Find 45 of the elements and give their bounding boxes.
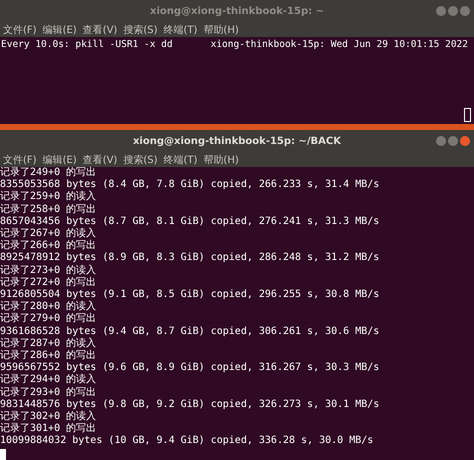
terminal-line: 记录了280+0 的读入 <box>0 301 96 312</box>
terminal-line: 8657043456 bytes (8.7 GB, 8.1 GiB) copied, 276.241 s, 31.3 MB/s <box>0 216 380 228</box>
terminal-line: 8355053568 bytes (8.4 GB, 7.8 GiB) copied, 266.233 s, 31.4 MB/s <box>0 179 380 190</box>
menu-item[interactable]: 终端(T) <box>164 152 198 166</box>
terminal-line: 记录了272+0 的写出 <box>0 276 96 289</box>
terminal-line: 8925478912 bytes (8.9 GB, 8.3 GiB) copied, 286.248 s, 31.2 MB/s <box>0 252 380 264</box>
window-title: xiong@xiong-thinkbook-15p: ~/BACK <box>132 136 342 146</box>
window-title: xiong@xiong-thinkbook-15p: ~ <box>150 6 324 16</box>
close-button[interactable] <box>460 6 470 16</box>
terminal-line: 10099884032 bytes (10 GB, 9.4 GiB) copied, 336.28 s, 30.0 MB/s <box>0 435 374 448</box>
terminal-line: 记录了287+0 的读入 <box>0 338 96 350</box>
menu-item[interactable]: 搜索(S) <box>123 152 158 166</box>
terminal-line: 9126805504 bytes (9.1 GB, 8.5 GiB) copied, 296.255 s, 30.8 MB/s <box>0 289 380 300</box>
menu-item[interactable]: 帮助(H) <box>203 152 239 166</box>
terminal-line: 9596567552 bytes (9.6 GB, 8.9 GiB) copied, 316.267 s, 30.3 MB/s <box>0 362 380 374</box>
terminal-line: 记录了301+0 的写出 <box>0 423 96 435</box>
menu-item[interactable]: 搜索(S) <box>123 22 158 36</box>
minimize-button[interactable] <box>436 6 446 16</box>
terminal-line: 记录了249+0 的写出 <box>0 167 96 179</box>
terminal-line: 9831448576 bytes (9.8 GB, 9.2 GiB) copied, 326.273 s, 30.1 MB/s <box>0 398 380 410</box>
minimize-button[interactable] <box>436 136 446 146</box>
terminal-line: 记录了273+0 的读入 <box>0 264 96 276</box>
terminal-line: 记录了293+0 的写出 <box>0 386 96 399</box>
terminal-line: 记录了259+0 的读入 <box>0 191 96 204</box>
terminal-line: 记录了294+0 的读入 <box>0 374 96 386</box>
terminal-line: Every 10.0s: pkill -USR1 -x dd <box>1 39 173 52</box>
terminal-line: xiong-thinkbook-15p: Wed Jun 29 10:01:15 2022 <box>210 39 468 52</box>
terminal-line: 9361686528 bytes (9.4 GB, 8.7 GiB) copied, 306.261 s, 30.6 MB/s <box>0 326 380 338</box>
terminal-line: 记录了266+0 的写出 <box>0 240 96 252</box>
maximize-button[interactable] <box>448 136 458 146</box>
menu-item[interactable]: 终端(T) <box>164 22 198 36</box>
menu-item[interactable]: 编辑(E) <box>42 22 77 36</box>
menu-item[interactable]: 文件(F) <box>3 152 37 166</box>
menu-item[interactable]: 查看(V) <box>82 22 118 36</box>
maximize-button[interactable] <box>448 6 458 16</box>
menu-item[interactable]: 文件(F) <box>3 22 37 36</box>
terminal-line: 记录了258+0 的写出 <box>0 204 96 216</box>
menu-item[interactable]: 查看(V) <box>82 152 118 166</box>
menu-item[interactable]: 编辑(E) <box>42 152 77 166</box>
menu-item[interactable]: 帮助(H) <box>203 22 239 36</box>
terminal-line: 记录了267+0 的读入 <box>0 228 96 240</box>
terminal-line: 记录了279+0 的写出 <box>0 313 96 326</box>
terminal-line: 记录了302+0 的读入 <box>0 411 96 422</box>
terminal-line: 记录了286+0 的写出 <box>0 350 96 362</box>
close-button[interactable] <box>460 136 470 146</box>
